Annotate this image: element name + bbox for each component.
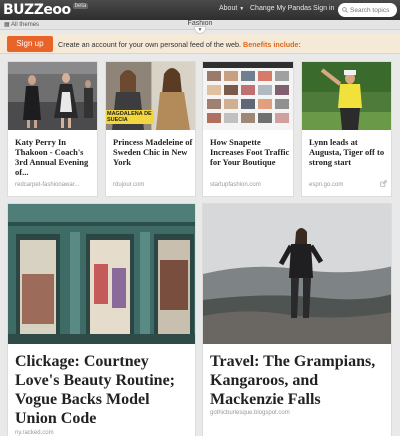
article-title[interactable]: Lynn leads at Augusta, Tiger off to stro… <box>309 137 391 167</box>
theme-toggle-button[interactable]: ▼ <box>194 26 206 34</box>
article-image[interactable] <box>203 62 293 130</box>
top-bar: BUZZeoo beta About ▼ Change My Pandas Sig… <box>0 0 400 20</box>
article-source[interactable]: redcarpet-fashionawar... <box>15 182 79 188</box>
change-my-pandas-link[interactable]: Change My Pandas <box>250 5 311 12</box>
article-title[interactable]: Katy Perry In Thakoon - Coach's 3rd Annu… <box>15 137 97 177</box>
beta-badge: beta <box>72 2 89 9</box>
article-image[interactable] <box>8 204 195 344</box>
article-image[interactable]: MAGDALENA DE SUECIA <box>106 62 195 130</box>
article-image[interactable] <box>203 204 391 344</box>
article-card[interactable]: How Snapette Increases Foot Traffic for … <box>202 61 294 197</box>
article-image[interactable] <box>302 62 391 130</box>
article-card[interactable]: MAGDALENA DE SUECIA Princess Madeleine o… <box>105 61 196 197</box>
about-menu[interactable]: About ▼ <box>219 5 244 12</box>
article-card[interactable]: Lynn leads at Augusta, Tiger off to stro… <box>301 61 392 197</box>
signup-message: Create an account for your own personal … <box>58 40 301 49</box>
chevron-down-icon: ▼ <box>197 27 203 33</box>
sign-up-button[interactable]: Sign up <box>7 36 53 52</box>
search-input[interactable] <box>350 6 394 14</box>
article-source[interactable]: espn.go.com <box>309 182 343 188</box>
article-source[interactable]: rdujour.com <box>113 182 144 188</box>
share-icon[interactable] <box>380 174 387 192</box>
article-image[interactable] <box>8 62 97 130</box>
article-card[interactable]: Katy Perry In Thakoon - Coach's 3rd Annu… <box>7 61 98 197</box>
article-title[interactable]: Princess Madeleine of Sweden Chic in New… <box>113 137 195 167</box>
chevron-down-icon: ▼ <box>239 6 245 12</box>
logo-text: BUZZeoo <box>3 1 71 18</box>
buzzeoo-logo[interactable]: BUZZeoo beta <box>3 1 89 18</box>
article-source[interactable]: startupfashion.com <box>210 182 261 188</box>
search-icon <box>342 7 348 13</box>
article-card[interactable]: Travel: The Grampians, Kangaroos, and Ma… <box>202 203 392 436</box>
article-source[interactable]: gothicburlesque.blogspot.com <box>210 410 290 416</box>
sign-in-link[interactable]: Sign in <box>313 5 334 12</box>
article-title[interactable]: How Snapette Increases Foot Traffic for … <box>210 137 292 167</box>
search-box[interactable] <box>338 3 397 17</box>
signup-banner: Sign up Create an account for your own p… <box>0 34 400 54</box>
benefits-link[interactable]: Benefits include: <box>243 40 301 49</box>
article-card[interactable]: Clickage: Courtney Love's Beauty Routine… <box>7 203 196 436</box>
article-source[interactable]: ny.racked.com <box>15 430 54 436</box>
article-title[interactable]: Clickage: Courtney Love's Beauty Routine… <box>15 352 193 428</box>
article-title[interactable]: Travel: The Grampians, Kangaroos, and Ma… <box>210 352 388 409</box>
image-caption: MAGDALENA DE SUECIA <box>107 111 152 123</box>
